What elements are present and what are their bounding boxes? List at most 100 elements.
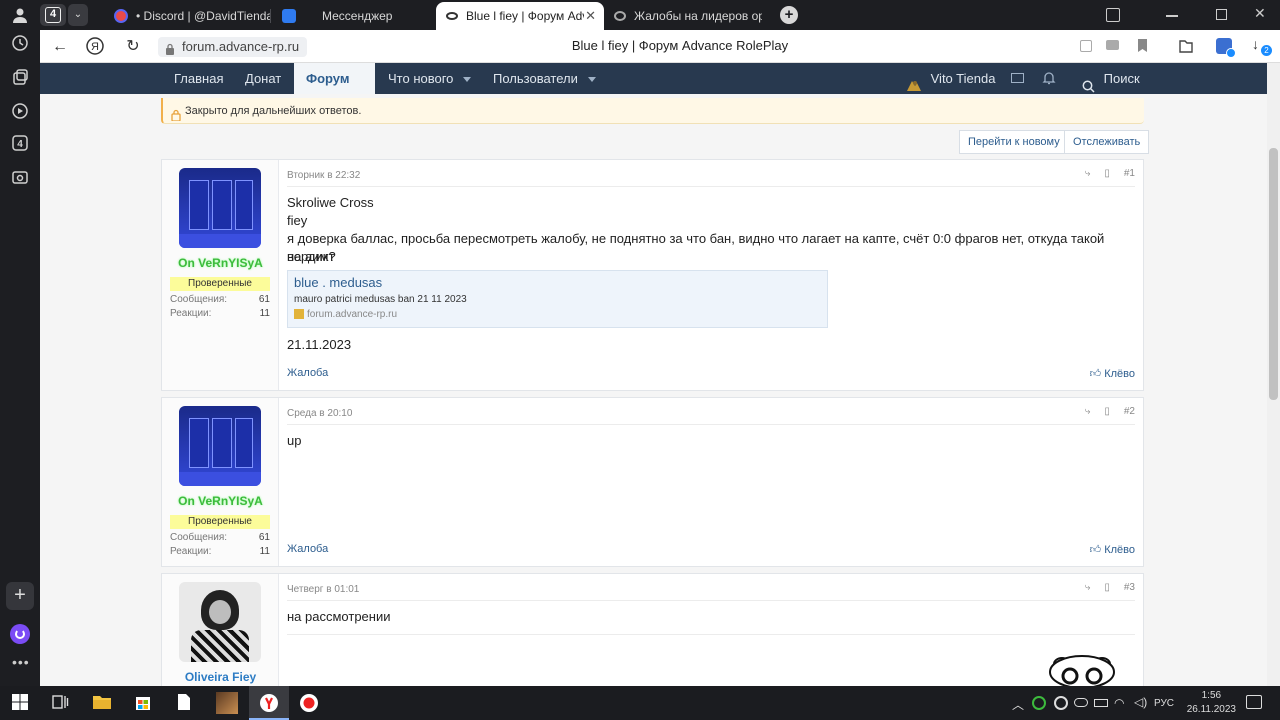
downloads-icon[interactable]: ↓ 2 [1252,36,1272,56]
author-name[interactable]: Oliveira Fiey [162,670,279,684]
signature-image [1042,646,1122,686]
thread-closed-notice: Закрыто для дальнейших ответов. [161,98,1144,124]
extension-icon[interactable] [1216,38,1236,58]
share-icon[interactable]: ⤷ [1085,406,1091,417]
nav-home[interactable]: Главная [174,63,223,94]
video-icon[interactable] [8,102,32,126]
yandex-icon[interactable]: Я [84,36,106,58]
notifications-icon[interactable] [1246,695,1262,709]
taskbar-clock[interactable]: 1:56 26.11.2023 [1187,689,1236,717]
inbox-icon[interactable] [1011,73,1024,83]
profile-icon[interactable] [12,7,28,23]
tray-app-icon[interactable] [1054,696,1068,710]
close-tab-icon[interactable]: ✕ [585,8,596,24]
embed-source: forum.advance-rp.ru [294,309,821,320]
bookmark-icon[interactable]: ▯ [1104,406,1110,417]
battery-icon[interactable] [1094,699,1108,707]
minimize-icon[interactable] [1166,15,1178,17]
forum-navigation: Главная Донат Форум Что нового Пользоват… [40,63,1267,114]
alerts-bell-icon[interactable] [1042,71,1056,85]
file-explorer-icon[interactable] [92,693,112,713]
comments-icon[interactable] [1106,40,1119,50]
author-name[interactable]: On VeRnYISyA [162,256,279,270]
store-icon[interactable] [134,693,154,713]
goto-new-button[interactable]: Перейти к новому [959,130,1069,154]
windows-start-icon[interactable] [11,693,31,713]
document-icon[interactable] [176,693,196,713]
forum-favicon-icon [614,11,626,21]
chevron-down-icon[interactable] [463,77,472,83]
avatar[interactable] [179,168,261,248]
avatar[interactable] [179,406,261,486]
windows-taskbar: ︿ ◠ ◁) РУС 1:56 26.11.2023 [0,686,1280,720]
collections-toolbar-icon[interactable] [1178,38,1194,54]
lock-icon [171,105,181,122]
tab-counter: 4 [45,7,61,23]
volume-icon[interactable]: ◁) [1134,695,1147,709]
link-embed[interactable]: blue . medusas mauro patrici medusas ban… [287,270,828,328]
tabs-dropdown-icon[interactable]: ⌄ [68,4,88,26]
tab-discord[interactable]: • Discord | @DavidTienda [104,2,270,30]
author-name[interactable]: On VeRnYISyA [162,494,279,508]
report-link[interactable]: Жалоба [287,367,328,379]
like-button[interactable]: 👍︎ Клёво [1090,543,1135,556]
translate-icon[interactable] [1080,40,1092,52]
close-window-icon[interactable]: ✕ [1254,5,1266,22]
report-link[interactable]: Жалоба [287,543,328,555]
tab-messenger[interactable]: Мессенджер [272,2,432,30]
language-indicator[interactable]: РУС [1154,698,1174,709]
post-number[interactable]: #2 [1124,406,1135,417]
discord-favicon-icon [114,9,128,23]
bookmark-icon[interactable]: ▯ [1104,168,1110,179]
page-scrollbar-thumb[interactable] [1269,148,1278,400]
share-icon[interactable]: ⤷ [1085,168,1091,179]
search-button[interactable]: Поиск [1082,63,1140,94]
nav-whats-new[interactable]: Что нового [388,63,472,94]
screenshot-icon[interactable] [8,168,32,192]
alice-assistant-icon[interactable] [10,624,30,644]
post-date[interactable]: Четверг в 01:01 [287,584,359,595]
back-icon[interactable]: ← [49,36,71,58]
collections-icon[interactable] [8,68,32,92]
user-menu[interactable]: Vito Tienda [906,63,995,94]
tray-cloud-icon[interactable] [1074,698,1088,707]
post-date[interactable]: Среда в 20:10 [287,408,352,419]
url-field[interactable]: forum.advance-rp.ru [158,37,308,57]
tab-counter-button[interactable]: 4 [40,4,66,26]
more-icon[interactable]: ••• [12,654,30,670]
image-app-icon[interactable] [216,692,238,714]
add-panel-button[interactable]: + [6,582,34,610]
task-view-icon[interactable] [51,693,71,713]
avatar[interactable] [179,582,261,662]
nav-forum[interactable]: Форум [294,63,375,114]
forum-favicon-icon [446,12,458,20]
recorder-icon[interactable] [299,693,319,713]
bookmark-icon[interactable]: ▯ [1104,582,1110,593]
tray-chevron-up-icon[interactable]: ︿ [1012,696,1024,713]
reload-icon[interactable]: ↻ [122,36,144,58]
history-icon[interactable] [8,34,32,58]
new-tab-button[interactable]: + [780,6,798,24]
tray-app-icon[interactable] [1032,696,1046,710]
watch-button[interactable]: Отслеживать [1064,130,1150,154]
bookmarks-icon[interactable] [1106,8,1120,22]
tab-complaints[interactable]: Жалобы на лидеров организаций [604,2,772,30]
post-date[interactable]: Вторник в 22:32 [287,170,360,181]
post-number[interactable]: #3 [1124,582,1135,593]
like-button[interactable]: 👍︎ Клёво [1090,367,1135,380]
bookmark-icon[interactable] [1138,39,1147,52]
network-icon[interactable]: ◠ [1114,696,1124,710]
share-icon[interactable]: ⤷ [1085,582,1091,593]
nav-donate[interactable]: Донат [245,63,281,94]
chevron-down-icon[interactable] [587,77,596,83]
restore-icon[interactable] [1216,9,1227,20]
post-line: на аим? [287,249,336,264]
tab-forum-active[interactable]: Blue l fiey | Форум Advance RolePlay ✕ [436,2,604,30]
post-1: On VeRnYISyA Проверенные Сообщения: 61 Ре… [161,159,1144,391]
post-number[interactable]: #1 [1124,168,1135,179]
svg-text:Я: Я [91,41,99,53]
embed-title[interactable]: blue . medusas [294,275,821,290]
tab-counter-icon[interactable]: 4 [8,134,32,158]
yandex-browser-taskbar-button[interactable] [249,686,289,720]
nav-users[interactable]: Пользователи [493,63,596,94]
